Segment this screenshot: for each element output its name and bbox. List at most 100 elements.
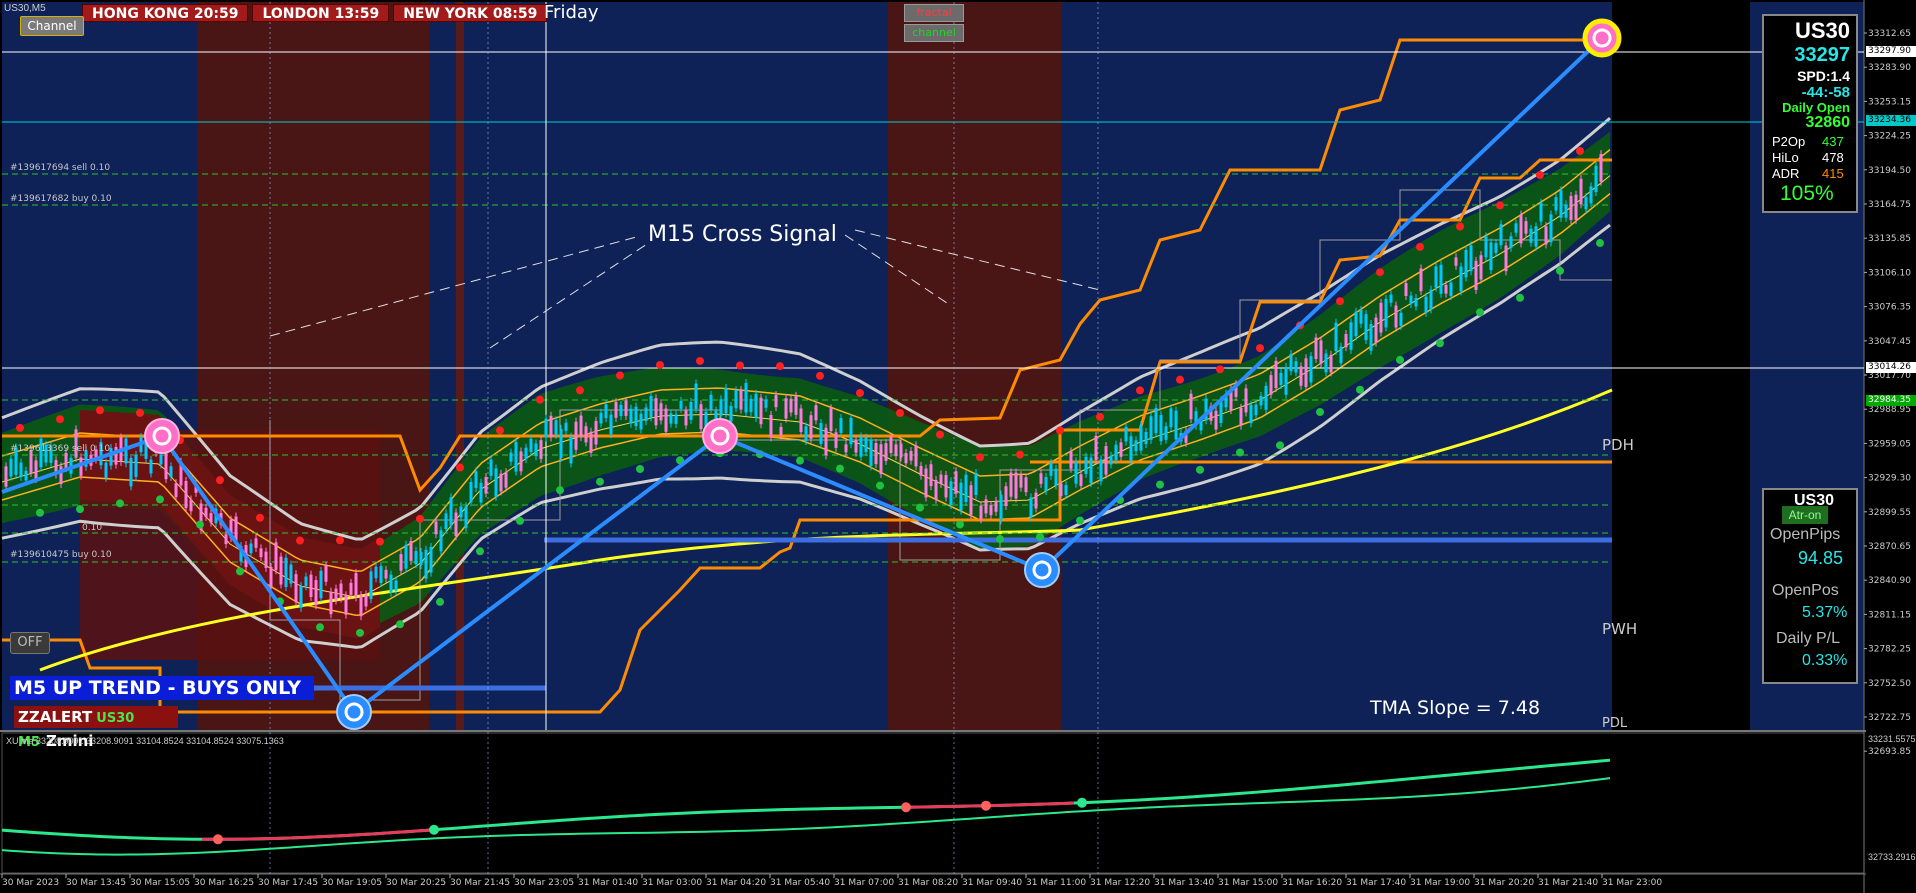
tma-slope-label: TMA Slope = 7.48	[1370, 697, 1541, 719]
subwindow-axis-bottom: 32733.2916	[1868, 852, 1916, 862]
candle-body	[1349, 322, 1353, 350]
candle-body	[1519, 214, 1523, 244]
candle-body	[1059, 483, 1063, 497]
candle-body	[884, 443, 888, 461]
candle-body	[1004, 486, 1008, 506]
candle-body	[1584, 197, 1588, 210]
candle-body	[444, 513, 448, 530]
candle-body	[1549, 214, 1553, 243]
time-axis-label: 31 Mar 07:00	[834, 878, 894, 888]
candle-body	[1049, 462, 1053, 476]
candle-body	[204, 507, 208, 517]
candle-body	[4, 466, 8, 487]
candle-body	[1489, 242, 1493, 271]
order-label: 0.10	[82, 523, 103, 533]
fractal-down-dot	[396, 620, 404, 629]
fractal-up-dot	[376, 537, 384, 546]
candle-body	[269, 566, 273, 587]
candle-body	[889, 436, 893, 453]
zzalert-label: ZZALERT	[18, 708, 93, 726]
candle-body	[184, 480, 188, 509]
time-axis-label: 31 Mar 19:00	[1410, 878, 1470, 888]
candle-body	[469, 482, 473, 503]
time-axis-label: 31 Mar 13:40	[1154, 878, 1214, 888]
candle-body	[909, 451, 913, 461]
time-axis-label: 30 Mar 20:25	[386, 878, 446, 888]
candle-body	[979, 505, 983, 520]
candle-body	[719, 399, 723, 416]
candle-body	[534, 443, 538, 457]
candle-body	[259, 548, 263, 558]
fractal-up-dot	[1016, 450, 1024, 459]
fractal-up-dot	[736, 361, 744, 370]
candle-body	[329, 591, 333, 615]
candle-body	[349, 582, 353, 595]
fractal-up-dot	[896, 409, 904, 418]
candle-body	[1084, 456, 1088, 474]
candle-body	[529, 438, 533, 453]
candle-body	[1399, 312, 1403, 326]
panel-spread: SPD:1.4	[1797, 68, 1850, 84]
candle-body	[1334, 322, 1338, 352]
candle-body	[779, 426, 783, 436]
candle-body	[619, 404, 623, 417]
candle-body	[359, 595, 363, 617]
candle-body	[474, 471, 478, 488]
candle-body	[819, 423, 823, 444]
candle-body	[1079, 474, 1083, 486]
fractal-down-dot	[876, 481, 884, 490]
candle-body	[164, 451, 168, 480]
time-axis-label: 30 Mar 21:45	[450, 878, 510, 888]
candle-body	[939, 474, 943, 485]
candle-body	[1389, 294, 1393, 303]
fractal-down-dot	[196, 520, 204, 529]
fractal-up-dot	[776, 362, 784, 371]
candle-body	[1569, 195, 1573, 220]
zzalert-badge[interactable]: ZZALERT US30 M5 Zmini	[14, 706, 178, 750]
candle-body	[489, 459, 493, 476]
candle-body	[1574, 194, 1578, 220]
candle-body	[1104, 446, 1108, 475]
channel-button[interactable]: Channel	[20, 16, 84, 36]
fractal-down-dot	[1476, 308, 1484, 317]
candle-body	[1324, 353, 1328, 373]
candle-body	[1529, 228, 1533, 243]
fractal-down-dot	[636, 464, 644, 473]
time-axis-label: 31 Mar 16:20	[1282, 878, 1342, 888]
fractal-up-dot	[456, 463, 464, 472]
candle-body	[1034, 492, 1038, 509]
panel-symbol: US30	[1794, 18, 1850, 43]
candle-body	[524, 447, 528, 460]
candle-body	[159, 454, 163, 465]
candle-body	[759, 397, 763, 425]
sell-signal-marker	[144, 418, 180, 454]
candle-body	[384, 569, 388, 579]
off-button[interactable]: OFF	[10, 632, 50, 654]
time-axis-label: 31 Mar 20:20	[1474, 878, 1534, 888]
candle-body	[959, 482, 963, 511]
candle-body	[419, 552, 423, 566]
candle-body	[1454, 257, 1458, 266]
candle-body	[1524, 221, 1528, 234]
candle-body	[1599, 154, 1603, 182]
fractal-button[interactable]: fractal	[904, 4, 964, 22]
channel-toggle-button[interactable]: channel	[904, 24, 964, 42]
candle-body	[1294, 361, 1298, 373]
atr-on-button[interactable]: Atr-on	[1782, 506, 1828, 524]
candle-body	[1504, 245, 1508, 272]
candle-body	[464, 506, 468, 528]
fractal-up-dot	[1416, 242, 1424, 251]
candle-body	[279, 556, 283, 585]
candle-body	[1214, 410, 1218, 430]
candle-body	[344, 595, 348, 615]
fractal-down-dot	[596, 477, 604, 486]
candle-body	[784, 398, 788, 419]
candle-body	[479, 482, 483, 503]
candle-body	[174, 483, 178, 498]
daily-pl-value: 0.33%	[1802, 652, 1848, 669]
fractal-down-dot	[76, 505, 84, 514]
candle-body	[724, 387, 728, 414]
candle-body	[924, 468, 928, 498]
fractal-down-dot	[1036, 532, 1044, 541]
price-axis-label: 32929.30	[1868, 474, 1911, 484]
